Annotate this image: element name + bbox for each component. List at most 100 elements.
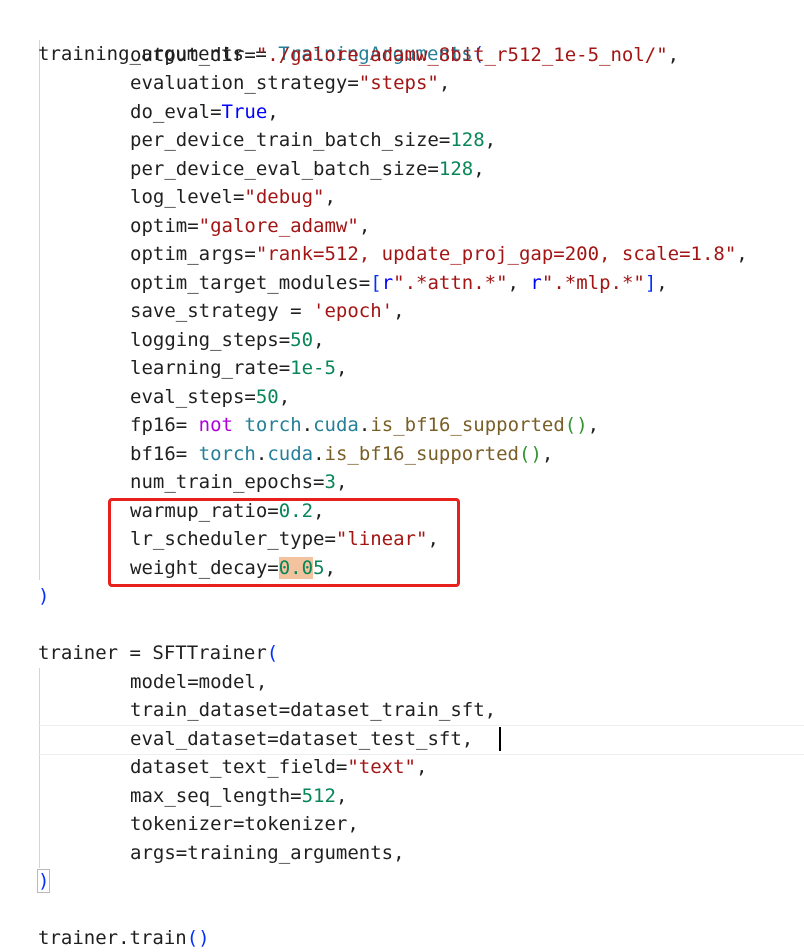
number-literal: 1e-5 — [290, 357, 336, 379]
code-line: training_arguments = TrainingArguments( — [0, 12, 484, 65]
bracket: () — [564, 414, 588, 436]
operator: = — [187, 671, 199, 693]
comma: , — [587, 414, 600, 436]
comma: , — [313, 329, 325, 351]
comma: , — [278, 386, 291, 408]
operator: = — [175, 414, 199, 436]
param-name: num_train_epochs — [130, 471, 314, 493]
param-name: per_device_train_batch_size — [130, 129, 439, 151]
bracket: () — [519, 443, 542, 465]
param-name: optim_target_modules — [130, 272, 359, 294]
param-name: logging_steps — [130, 329, 279, 351]
number-literal: 512 — [301, 785, 336, 807]
separator: , — [507, 272, 531, 294]
param-name: optim_args — [130, 243, 245, 265]
bracket: ) — [36, 869, 51, 893]
method-name: train — [129, 927, 187, 949]
operator: = — [244, 386, 256, 408]
string-literal: ".*mlp.*" — [541, 272, 645, 294]
comma: , — [484, 129, 497, 151]
param-name: eval_dataset — [130, 728, 268, 750]
module-name: cuda — [267, 443, 314, 465]
number-literal: 50 — [255, 386, 279, 408]
string-literal: "rank=512, update_proj_gap=200, scale=1.… — [255, 243, 737, 265]
highlight-box — [108, 498, 460, 587]
operator: = — [244, 243, 256, 265]
number-literal: 128 — [450, 129, 485, 151]
comma: , — [324, 186, 336, 208]
bracket: ) — [38, 585, 50, 607]
string-literal: "galore_adamw" — [198, 215, 359, 237]
comma: , — [656, 272, 668, 294]
string-literal: "./galore_adamw_8bit_r512_1e-5_nol/" — [255, 44, 668, 66]
operator: = — [358, 272, 371, 294]
comma: , — [473, 158, 485, 180]
variable-name: tokenizer — [244, 813, 348, 835]
dot: . — [118, 927, 130, 949]
param-name: save_strategy — [130, 300, 279, 322]
operator: = — [232, 813, 245, 835]
operator: = — [175, 842, 188, 864]
param-name: optim — [130, 215, 188, 237]
dot: . — [301, 414, 314, 436]
comma: , — [393, 300, 405, 322]
param-name: evaluation_strategy — [130, 72, 348, 94]
operator: = — [118, 642, 153, 664]
param-name: do_eval — [130, 101, 211, 123]
param-name: bf16 — [130, 443, 176, 465]
string-prefix: r — [381, 272, 394, 294]
module-name: cuda — [313, 414, 359, 436]
variable-name: model — [198, 671, 256, 693]
number-literal: 3 — [324, 471, 336, 493]
operator: = — [267, 728, 279, 750]
comma: , — [438, 72, 451, 94]
operator: = — [427, 158, 439, 180]
comma: , — [347, 813, 359, 835]
comma: , — [255, 671, 268, 693]
comma: , — [335, 357, 348, 379]
bracket: [ — [370, 272, 382, 294]
dot: . — [313, 443, 325, 465]
number-literal: 50 — [290, 329, 314, 351]
variable-name: dataset_train_sft — [290, 699, 485, 721]
indent-guide — [39, 40, 40, 580]
bracket: ( — [266, 642, 279, 664]
operator: = — [244, 44, 256, 66]
variable-name: dataset_test_sft — [278, 728, 462, 750]
param-name: dataset_text_field — [130, 756, 336, 778]
param-name: fp16 — [130, 414, 176, 436]
comma: , — [335, 785, 348, 807]
class-name: SFTTrainer — [152, 642, 267, 664]
comma: , — [736, 243, 748, 265]
operator: = — [175, 443, 199, 465]
function-name: is_bf16_supported — [324, 443, 519, 465]
string-literal: "steps" — [358, 72, 439, 94]
param-name: args — [130, 842, 176, 864]
string-literal: ".*attn.*" — [393, 272, 508, 294]
param-name: per_device_eval_batch_size — [130, 158, 428, 180]
param-name: learning_rate — [130, 357, 279, 379]
param-name: train_dataset — [130, 699, 279, 721]
module-name: torch — [244, 414, 302, 436]
param-name: log_level — [130, 186, 233, 208]
comma: , — [393, 842, 405, 864]
indent-guide — [39, 668, 40, 868]
operator: = — [278, 357, 291, 379]
comma: , — [335, 471, 348, 493]
operator: = — [278, 300, 314, 322]
operator: = — [313, 471, 325, 493]
code-editor[interactable]: training_arguments = TrainingArguments( … — [0, 0, 804, 951]
string-literal: "debug" — [244, 186, 325, 208]
control-keyword: not — [198, 414, 233, 436]
comma: , — [667, 44, 680, 66]
dot: . — [358, 414, 371, 436]
comma: , — [541, 443, 554, 465]
dot: . — [255, 443, 268, 465]
comma: , — [358, 215, 371, 237]
param-name: model — [130, 671, 188, 693]
param-name: eval_steps — [130, 386, 245, 408]
number-literal: 128 — [438, 158, 474, 180]
bracket: ] — [644, 272, 657, 294]
module-name: torch — [198, 443, 256, 465]
operator: = — [210, 101, 222, 123]
